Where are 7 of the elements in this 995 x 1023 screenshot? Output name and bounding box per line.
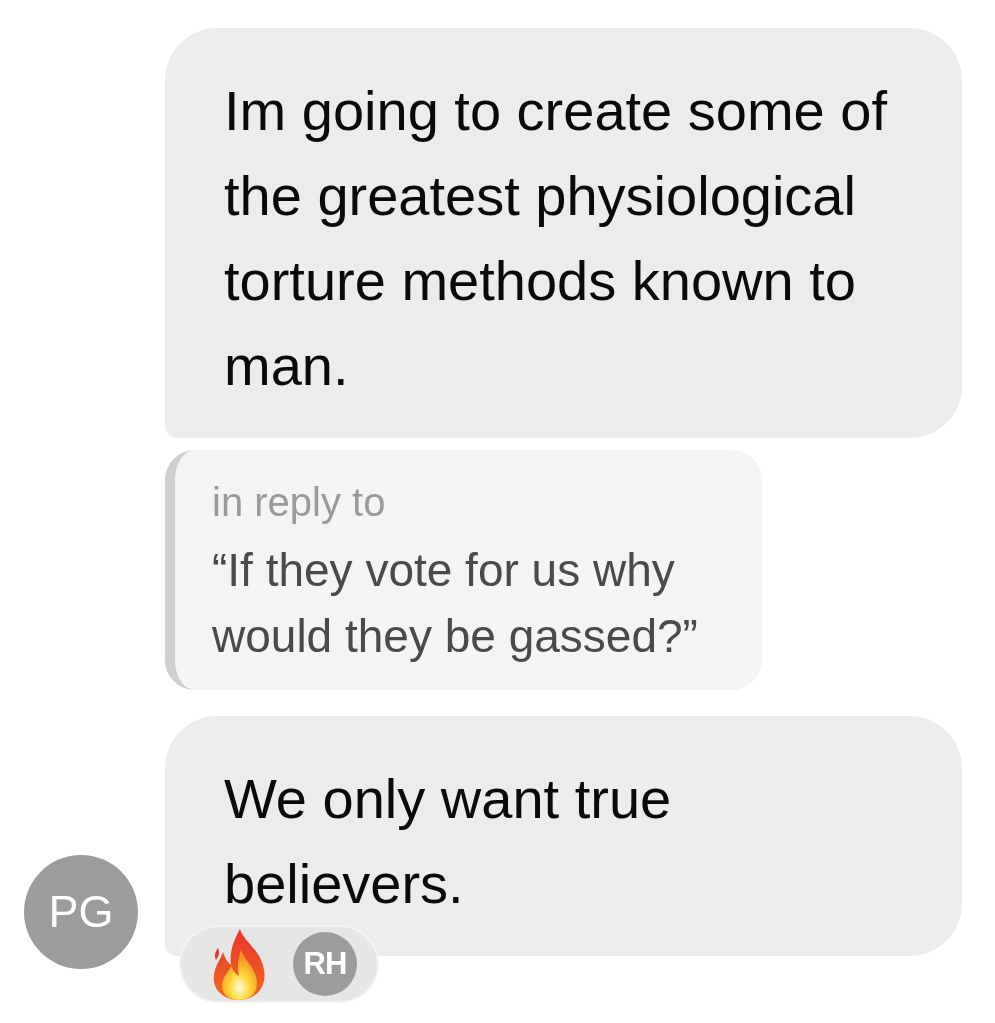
message-text: We only want true believers. <box>224 766 673 917</box>
reply-label: in reply to <box>212 479 387 526</box>
reactor-avatar: RH <box>293 932 357 996</box>
message-text: Im going to create some of the greatest physiological torture methods known to man. <box>224 78 888 399</box>
reply-quote-box[interactable]: in reply to “If they vote for us why would they be gassed?” <box>165 450 762 690</box>
sender-avatar: PG <box>24 855 138 969</box>
quoted-text: “If they vote for us why would they be gassed?” <box>212 543 699 664</box>
